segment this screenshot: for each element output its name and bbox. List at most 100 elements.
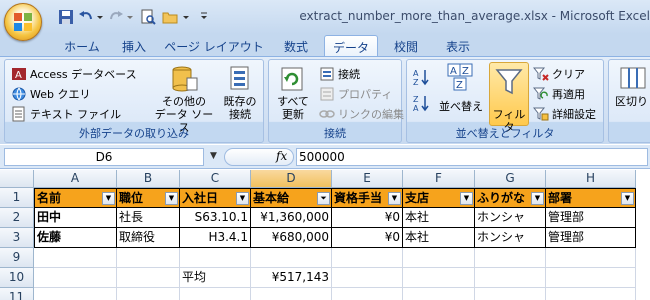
advanced-filter-button[interactable]: 詳細設定 bbox=[533, 106, 596, 122]
properties-button[interactable]: プロパティ bbox=[319, 86, 392, 102]
tab-review[interactable]: 校閲 bbox=[384, 35, 428, 56]
column-header-f[interactable]: F bbox=[403, 170, 475, 188]
cell-e2[interactable]: ¥0 bbox=[332, 208, 403, 228]
filter-dropdown-icon[interactable]: ▼ bbox=[236, 192, 249, 205]
text-to-columns-button[interactable]: 区切り bbox=[611, 64, 650, 108]
cell-g1[interactable]: ふりがな ▼ bbox=[475, 188, 546, 208]
open-folder-icon[interactable] bbox=[162, 9, 178, 25]
cell-h9[interactable] bbox=[546, 248, 636, 268]
column-header-b[interactable]: B bbox=[117, 170, 180, 188]
text-file-button[interactable]: テキスト ファイル bbox=[11, 106, 121, 122]
cell-b10[interactable] bbox=[117, 268, 180, 288]
cell-e9[interactable] bbox=[332, 248, 403, 268]
column-header-c[interactable]: C bbox=[180, 170, 251, 188]
column-header-a[interactable]: A bbox=[34, 170, 117, 188]
tab-home[interactable]: ホーム bbox=[56, 35, 108, 56]
formula-input[interactable]: 500000 bbox=[296, 148, 648, 166]
name-box-dropdown-icon[interactable]: ▼ bbox=[210, 151, 217, 161]
cell-e10[interactable] bbox=[332, 268, 403, 288]
tab-data[interactable]: データ bbox=[324, 35, 378, 57]
column-header-h[interactable]: H bbox=[546, 170, 636, 188]
cell-f10[interactable] bbox=[403, 268, 475, 288]
web-query-button[interactable]: Web クエリ bbox=[11, 86, 90, 102]
tab-insert[interactable]: 挿入 bbox=[112, 35, 156, 56]
cell-b1[interactable]: 職位 ▼ bbox=[117, 188, 180, 208]
cell-g9[interactable] bbox=[475, 248, 546, 268]
cell-a2[interactable]: 田中 bbox=[34, 208, 117, 228]
customize-qat-icon[interactable] bbox=[200, 9, 208, 25]
filter-dropdown-icon[interactable]: ▼ bbox=[165, 192, 178, 205]
cell-d10[interactable]: ¥517,143 bbox=[251, 268, 332, 288]
clear-filter-button[interactable]: クリア bbox=[533, 66, 585, 82]
refresh-all-button[interactable]: すべて 更新 bbox=[273, 64, 313, 121]
cell-g2[interactable]: ホンシャ bbox=[475, 208, 546, 228]
cell-c11[interactable] bbox=[180, 288, 251, 300]
undo-dropdown-icon[interactable] bbox=[96, 9, 104, 25]
existing-connections-button[interactable]: 既存の 接続 bbox=[219, 64, 261, 121]
column-header-e[interactable]: E bbox=[332, 170, 403, 188]
cell-g11[interactable] bbox=[475, 288, 546, 300]
cell-a9[interactable] bbox=[34, 248, 117, 268]
cell-e1[interactable]: 資格手当 ▼ bbox=[332, 188, 403, 208]
cell-b11[interactable] bbox=[117, 288, 180, 300]
open-dropdown-icon[interactable] bbox=[182, 9, 190, 25]
cell-b9[interactable] bbox=[117, 248, 180, 268]
cell-d1[interactable]: 基本給 ⏷ bbox=[251, 188, 332, 208]
row-header-2[interactable]: 2 bbox=[0, 208, 34, 228]
filter-dropdown-icon[interactable]: ▼ bbox=[460, 192, 473, 205]
undo-icon[interactable] bbox=[78, 9, 94, 25]
sort-button[interactable]: AZZ 並べ替え bbox=[437, 62, 485, 113]
cell-h1[interactable]: 部署 ▼ bbox=[546, 188, 636, 208]
cell-f11[interactable] bbox=[403, 288, 475, 300]
cell-c3[interactable]: H3.4.1 bbox=[180, 228, 251, 248]
sort-descending-icon[interactable]: ZA bbox=[413, 94, 431, 112]
cell-b3[interactable]: 取締役 bbox=[117, 228, 180, 248]
tab-view[interactable]: 表示 bbox=[434, 35, 482, 56]
row-header-9[interactable]: 9 bbox=[0, 248, 34, 268]
column-header-d[interactable]: D bbox=[251, 170, 332, 188]
cell-a10[interactable] bbox=[34, 268, 117, 288]
cell-h2[interactable]: 管理部 bbox=[546, 208, 636, 228]
cell-c1[interactable]: 入社日 ▼ bbox=[180, 188, 251, 208]
filter-dropdown-icon[interactable]: ▼ bbox=[388, 192, 401, 205]
cell-c9[interactable] bbox=[180, 248, 251, 268]
access-database-button[interactable]: A Access データベース bbox=[11, 66, 137, 82]
sort-ascending-icon[interactable]: AZ bbox=[413, 68, 431, 86]
save-icon[interactable] bbox=[58, 9, 74, 25]
print-preview-icon[interactable] bbox=[140, 9, 156, 25]
cell-g10[interactable] bbox=[475, 268, 546, 288]
cell-a11[interactable] bbox=[34, 288, 117, 300]
tab-formulas[interactable]: 数式 bbox=[272, 35, 320, 56]
cell-d9[interactable] bbox=[251, 248, 332, 268]
filter-button[interactable]: フィルタ bbox=[489, 62, 529, 134]
filter-dropdown-icon[interactable]: ▼ bbox=[531, 192, 544, 205]
redo-icon[interactable] bbox=[108, 9, 124, 25]
cell-d11[interactable] bbox=[251, 288, 332, 300]
insert-function-button[interactable]: fx bbox=[276, 149, 287, 163]
filter-active-icon[interactable]: ⏷ bbox=[317, 192, 330, 205]
connections-button[interactable]: 接続 bbox=[319, 66, 360, 82]
cell-g3[interactable]: ホンシャ bbox=[475, 228, 546, 248]
filter-dropdown-icon[interactable]: ▼ bbox=[102, 192, 115, 205]
other-data-sources-button[interactable]: その他の データ ソース bbox=[153, 64, 215, 134]
cell-b2[interactable]: 社長 bbox=[117, 208, 180, 228]
cell-d2[interactable]: ¥1,360,000 bbox=[251, 208, 332, 228]
reapply-button[interactable]: 再適用 bbox=[533, 86, 585, 102]
cell-e3[interactable]: ¥0 bbox=[332, 228, 403, 248]
filter-dropdown-icon[interactable]: ▼ bbox=[621, 192, 634, 205]
cell-h10[interactable] bbox=[546, 268, 636, 288]
cell-e11[interactable] bbox=[332, 288, 403, 300]
cell-c10[interactable]: 平均 bbox=[180, 268, 251, 288]
redo-dropdown-icon[interactable] bbox=[126, 9, 134, 25]
cell-c2[interactable]: S63.10.1 bbox=[180, 208, 251, 228]
select-all-corner[interactable] bbox=[0, 170, 34, 188]
row-header-10[interactable]: 10 bbox=[0, 268, 34, 288]
row-header-11[interactable]: 11 bbox=[0, 288, 34, 300]
cell-a3[interactable]: 佐藤 bbox=[34, 228, 117, 248]
cell-h3[interactable]: 管理部 bbox=[546, 228, 636, 248]
cell-f1[interactable]: 支店 ▼ bbox=[403, 188, 475, 208]
edit-links-button[interactable]: リンクの編集 bbox=[319, 106, 404, 122]
tab-page-layout[interactable]: ページ レイアウト bbox=[160, 35, 268, 56]
cell-d3[interactable]: ¥680,000 bbox=[251, 228, 332, 248]
cell-f9[interactable] bbox=[403, 248, 475, 268]
